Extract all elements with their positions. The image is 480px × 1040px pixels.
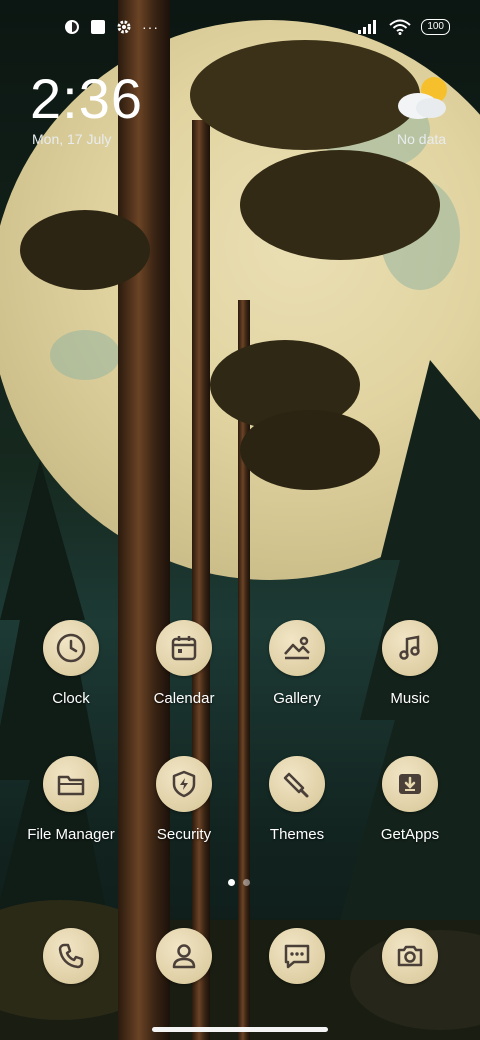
music-note-icon [382, 620, 438, 676]
clock-icon [43, 620, 99, 676]
shield-bolt-icon [156, 756, 212, 812]
clock-widget-date[interactable]: Mon, 17 July [32, 131, 111, 147]
page-dot [243, 879, 250, 886]
app-label: GetApps [380, 826, 440, 843]
app-label: Themes [269, 826, 325, 843]
dock-contacts[interactable] [129, 928, 239, 984]
wifi-icon [389, 19, 411, 35]
app-label: File Manager [27, 826, 115, 843]
signal-icon [358, 20, 377, 34]
home-gesture-bar[interactable] [152, 1027, 328, 1032]
dock-phone[interactable] [16, 928, 126, 984]
messages-icon [269, 928, 325, 984]
app-music[interactable]: Music [355, 620, 465, 707]
app-security[interactable]: Security [129, 756, 239, 843]
app-getapps[interactable]: GetApps [355, 756, 465, 843]
gallery-icon [269, 620, 325, 676]
clock-widget-time[interactable]: 2:36 [30, 66, 143, 131]
partly-cloudy-icon[interactable] [396, 74, 452, 122]
app-themes[interactable]: Themes [242, 756, 352, 843]
app-calendar[interactable]: Calendar [129, 620, 239, 707]
calendar-icon [156, 620, 212, 676]
folder-icon [43, 756, 99, 812]
app-label: Gallery [273, 690, 321, 707]
page-dot-active [228, 879, 235, 886]
dock-messages[interactable] [242, 928, 352, 984]
status-bar: ··· 100 [0, 0, 480, 54]
app-label: Calendar [153, 690, 215, 707]
page-indicator [228, 879, 250, 886]
app-label: Security [156, 826, 212, 843]
battery-indicator: 100 [421, 19, 450, 35]
app-label: Clock [52, 690, 90, 707]
notification-app-icon [65, 20, 79, 34]
app-clock[interactable]: Clock [16, 620, 126, 707]
weather-status[interactable]: No data [397, 131, 446, 147]
contacts-icon [156, 928, 212, 984]
app-label: Music [390, 690, 430, 707]
download-box-icon [382, 756, 438, 812]
app-gallery[interactable]: Gallery [242, 620, 352, 707]
phone-icon [43, 928, 99, 984]
dock-camera[interactable] [355, 928, 465, 984]
paintbrush-icon [269, 756, 325, 812]
settings-gear-icon [117, 20, 131, 34]
camera-icon [382, 928, 438, 984]
app-file-manager[interactable]: File Manager [16, 756, 126, 843]
more-dots-icon: ··· [142, 19, 159, 35]
notification-square-icon [91, 20, 105, 34]
